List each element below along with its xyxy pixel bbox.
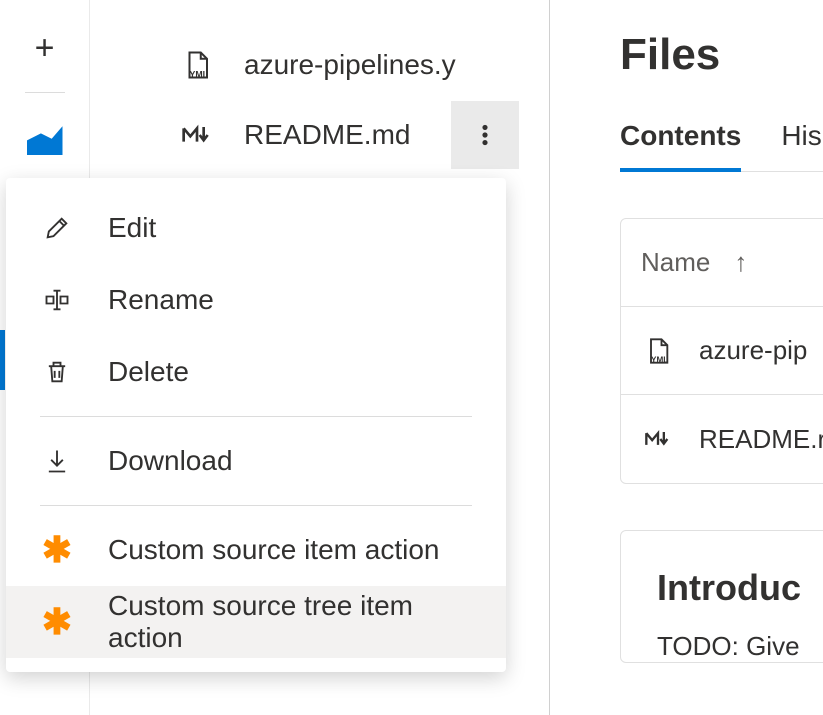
add-button[interactable]: + bbox=[21, 24, 69, 72]
asterisk-icon: ✱ bbox=[40, 605, 74, 639]
yml-file-icon: YML bbox=[641, 334, 675, 368]
delete-icon bbox=[40, 355, 74, 389]
svg-text:YML: YML bbox=[651, 355, 668, 364]
asterisk-icon: ✱ bbox=[40, 533, 74, 567]
menu-divider bbox=[40, 416, 472, 417]
intro-card: Introduc TODO: Give bbox=[620, 530, 823, 663]
tabs: Contents His bbox=[620, 120, 823, 172]
menu-label: Custom source tree item action bbox=[108, 590, 472, 654]
download-icon bbox=[40, 444, 74, 478]
menu-item-rename[interactable]: Rename bbox=[6, 264, 506, 336]
menu-item-custom-tree-source[interactable]: ✱ Custom source tree item action bbox=[6, 586, 506, 658]
tab-history[interactable]: His bbox=[781, 120, 821, 171]
column-header-label: Name bbox=[641, 247, 710, 278]
file-label: README.md bbox=[244, 119, 421, 151]
sort-up-icon: ↑ bbox=[734, 247, 747, 278]
table-header-name[interactable]: Name ↑ bbox=[621, 219, 823, 307]
markdown-file-icon bbox=[180, 118, 214, 152]
menu-item-delete[interactable]: Delete bbox=[6, 336, 506, 408]
more-actions-button[interactable] bbox=[451, 101, 519, 169]
table-row[interactable]: README.r bbox=[621, 395, 823, 483]
edit-icon bbox=[40, 211, 74, 245]
file-cell: README.r bbox=[699, 424, 823, 455]
rail-divider bbox=[25, 92, 65, 93]
file-table: Name ↑ YML azure-pip README.r bbox=[620, 218, 823, 484]
tab-contents[interactable]: Contents bbox=[620, 120, 741, 172]
azure-board-icon bbox=[27, 119, 63, 155]
menu-item-edit[interactable]: Edit bbox=[6, 192, 506, 264]
menu-label: Edit bbox=[108, 212, 156, 244]
files-heading: Files bbox=[620, 30, 823, 80]
intro-body: TODO: Give bbox=[657, 631, 803, 662]
rename-icon bbox=[40, 283, 74, 317]
right-panel: Files Contents His Name ↑ YML azure-pip … bbox=[580, 0, 823, 715]
context-menu: Edit Rename Delete Download ✱ Custom sou… bbox=[6, 178, 506, 672]
boards-rail-icon[interactable] bbox=[21, 113, 69, 161]
table-row[interactable]: YML azure-pip bbox=[621, 307, 823, 395]
file-tree-item[interactable]: YML azure-pipelines.y bbox=[90, 30, 549, 100]
menu-label: Rename bbox=[108, 284, 214, 316]
svg-text:YML: YML bbox=[190, 70, 209, 80]
menu-item-custom-source[interactable]: ✱ Custom source item action bbox=[6, 514, 506, 586]
markdown-file-icon bbox=[641, 422, 675, 456]
yml-file-icon: YML bbox=[180, 48, 214, 82]
menu-divider bbox=[40, 505, 472, 506]
menu-label: Custom source item action bbox=[108, 534, 439, 566]
intro-title: Introduc bbox=[657, 567, 803, 609]
file-label: azure-pipelines.y bbox=[244, 49, 549, 81]
file-tree-item[interactable]: README.md bbox=[90, 100, 549, 170]
menu-label: Download bbox=[108, 445, 233, 477]
menu-label: Delete bbox=[108, 356, 189, 388]
file-cell: azure-pip bbox=[699, 335, 807, 366]
rail-active-indicator bbox=[0, 330, 5, 390]
menu-item-download[interactable]: Download bbox=[6, 425, 506, 497]
